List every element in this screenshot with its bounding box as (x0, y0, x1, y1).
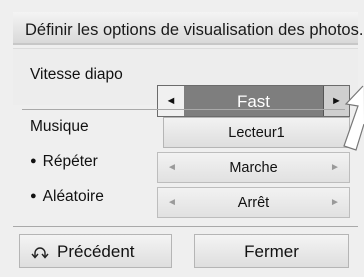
pointer-cursor-icon (336, 84, 364, 164)
repeat-label: ● Répéter (30, 153, 98, 171)
repeat-value: Marche (229, 160, 278, 176)
arrow-left-icon[interactable]: ◄ (160, 153, 184, 182)
close-button[interactable]: Fermer (194, 234, 349, 268)
shuffle-label-text: Aléatoire (42, 188, 104, 205)
music-label: Musique (30, 118, 89, 135)
bullet-icon: ● (30, 190, 37, 202)
music-player-button[interactable]: Lecteur1 (163, 117, 350, 148)
repeat-label-text: Répéter (42, 153, 98, 170)
shuffle-value: Arrêt (237, 195, 270, 211)
slideshow-speed-selector[interactable]: ◄ Fast ► (157, 85, 350, 117)
bullet-icon: ● (30, 155, 37, 167)
arrow-left-icon[interactable]: ◄ (160, 188, 184, 217)
arrow-right-icon[interactable]: ► (323, 188, 347, 217)
back-button-label: Précédent (57, 242, 135, 261)
repeat-selector[interactable]: ◄ Marche ► (157, 152, 350, 183)
shuffle-selector[interactable]: ◄ Arrêt ► (157, 187, 350, 218)
footer-divider (13, 226, 358, 227)
shuffle-label: ● Aléatoire (30, 188, 104, 206)
slideshow-speed-label: Vitesse diapo (30, 66, 123, 83)
photo-options-dialog: Définir les options de visualisation des… (0, 0, 364, 277)
back-button[interactable]: Précédent (19, 234, 172, 268)
return-arrow-icon (31, 244, 51, 260)
dialog-title: Définir les options de visualisation des… (25, 21, 364, 39)
divider (22, 109, 345, 110)
arrow-left-icon[interactable]: ◄ (158, 86, 184, 116)
slideshow-speed-value: Fast (236, 92, 271, 111)
